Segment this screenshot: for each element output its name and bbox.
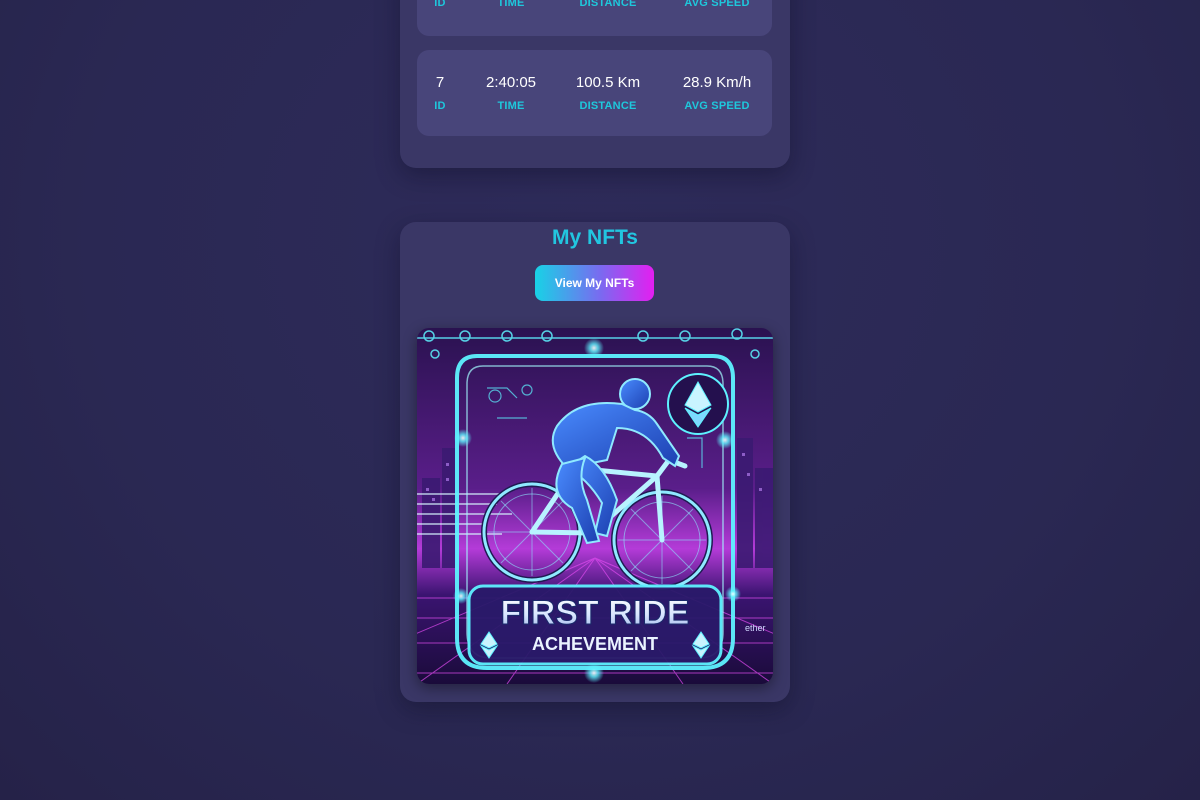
nft-section-title: My NFTs bbox=[552, 226, 638, 249]
ride-time-label: TIME bbox=[497, 100, 525, 112]
ride-id-label: ID bbox=[434, 100, 446, 112]
ride-row[interactable]: ID TIME DISTANCE AVG SPEED bbox=[417, 0, 772, 36]
ride-speed-label: AVG SPEED bbox=[684, 0, 750, 9]
rides-card: ID TIME DISTANCE AVG SPEED 7 ID 2:40:05 bbox=[400, 0, 790, 168]
page: ID TIME DISTANCE AVG SPEED 7 ID 2:40:05 bbox=[0, 0, 1200, 800]
nft-image[interactable]: FIRST RIDE ACHEVEMENT ether bbox=[417, 328, 773, 684]
ride-speed-value: 28.9 Km/h bbox=[682, 74, 752, 91]
nft-title-line2: ACHEVEMENT bbox=[532, 634, 658, 654]
ride-time-value: 2:40:05 bbox=[485, 74, 537, 91]
ride-id-value: 7 bbox=[435, 74, 445, 91]
nft-corner-text: ether bbox=[745, 623, 766, 633]
ride-time-label: TIME bbox=[497, 0, 525, 9]
ride-id-label: ID bbox=[434, 0, 446, 9]
nft-card: My NFTs View My NFTs FIRST RIDE ACHEVEME… bbox=[400, 222, 790, 702]
ride-speed-label: AVG SPEED bbox=[684, 100, 750, 112]
ride-distance-label: DISTANCE bbox=[579, 100, 637, 112]
ride-distance-value: 100.5 Km bbox=[575, 74, 641, 91]
ride-row[interactable]: 7 ID 2:40:05 TIME 100.5 Km DISTANCE 28.9… bbox=[417, 50, 772, 136]
ride-distance-label: DISTANCE bbox=[579, 0, 637, 9]
nft-title-line1: FIRST RIDE bbox=[501, 594, 690, 632]
view-my-nfts-button[interactable]: View My NFTs bbox=[535, 265, 654, 301]
